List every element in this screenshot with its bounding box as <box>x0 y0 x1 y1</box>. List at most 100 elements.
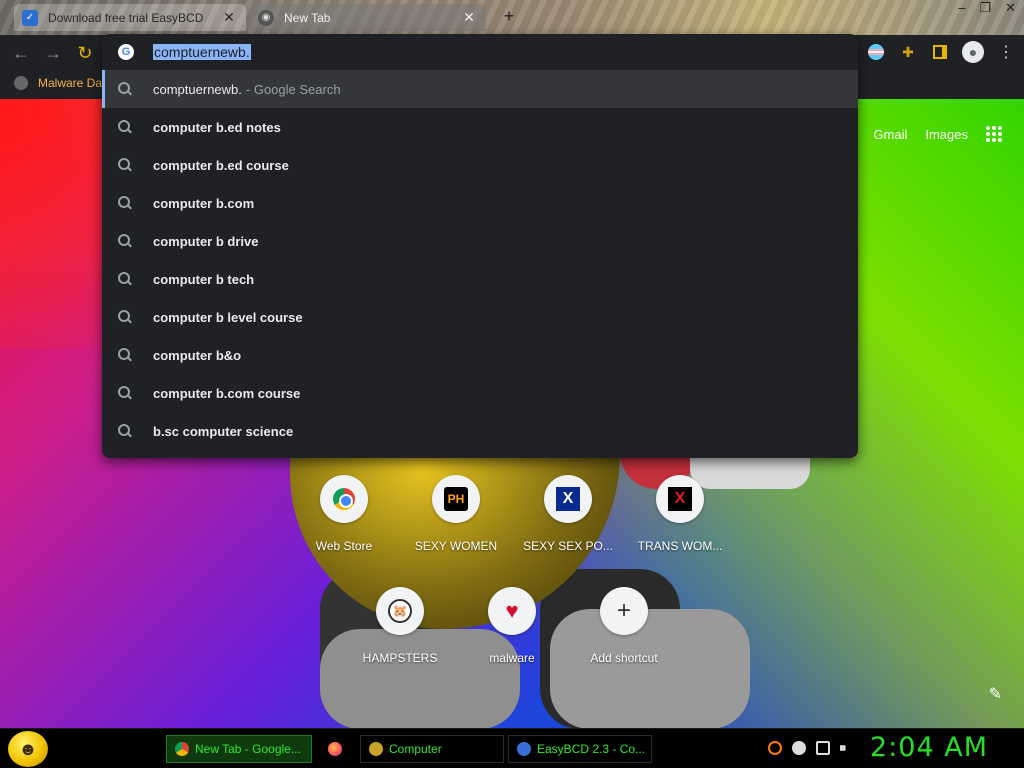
chrome-web-store-icon <box>333 488 355 510</box>
globe-icon <box>14 76 28 90</box>
search-icon <box>118 272 132 286</box>
reload-icon[interactable]: ↻ <box>74 42 96 64</box>
taskbar-item-computer[interactable]: Computer <box>360 735 504 763</box>
suggestion-item[interactable]: comptuernewb. - Google Search <box>102 70 858 108</box>
taskbar-label: New Tab - Google... <box>195 742 301 756</box>
pride-flag-extension-icon[interactable] <box>866 42 886 62</box>
gmail-link[interactable]: Gmail <box>873 127 907 142</box>
shortcut-label: Web Store <box>315 539 373 553</box>
close-window-icon[interactable]: ✕ <box>1005 0 1016 16</box>
suggestion-item[interactable]: computer b tech <box>102 260 858 298</box>
network-tray-icon[interactable] <box>816 741 830 755</box>
suggestion-item[interactable]: computer b.com course <box>102 374 858 412</box>
suggestion-item[interactable]: computer b drive <box>102 222 858 260</box>
shortcut-label: SEXY SEX PO... <box>523 539 613 553</box>
search-icon <box>118 234 132 248</box>
suggestion-item[interactable]: computer b.com <box>102 184 858 222</box>
customize-pencil-icon[interactable]: ✎ <box>989 684 1002 704</box>
taskbar-label: Computer <box>389 742 442 756</box>
x-blue-icon: X <box>556 487 580 511</box>
clock[interactable]: 2:04 AM <box>870 732 988 763</box>
window-controls: – ❐ ✕ <box>958 0 1016 16</box>
background-character-image <box>290 429 810 728</box>
address-input[interactable]: comptuernewb. <box>153 44 251 60</box>
shortcut-hampsters[interactable]: 🐹 HAMPSTERS <box>344 587 456 665</box>
taskbar-item-chrome[interactable]: New Tab - Google... <box>166 735 312 763</box>
system-tray <box>768 741 854 755</box>
kebab-menu-icon[interactable]: ⋮ <box>996 42 1016 62</box>
extensions-puzzle-icon[interactable]: ✚ <box>898 42 918 62</box>
shortcut-label: malware <box>489 651 535 665</box>
side-panel-icon[interactable] <box>930 42 950 62</box>
new-tab-plus-icon[interactable]: + <box>498 6 520 28</box>
suggestion-text: computer b&o <box>153 347 242 363</box>
firefox-icon <box>328 742 342 756</box>
shortcut-malware[interactable]: ♥ malware <box>456 587 568 665</box>
shortcut-tile: X <box>544 475 592 523</box>
minimize-icon[interactable]: – <box>958 0 965 16</box>
shortcut-sexy-women[interactable]: PH SEXY WOMEN <box>400 475 512 553</box>
chrome-icon <box>175 742 189 756</box>
shortcut-trans-wom[interactable]: X TRANS WOM... <box>624 475 736 553</box>
toolbar-actions: ✚ ● ⋮ <box>866 41 1016 63</box>
shortcut-sexy-sex-po[interactable]: X SEXY SEX PO... <box>512 475 624 553</box>
add-shortcut-button[interactable]: + Add shortcut <box>568 587 680 665</box>
minus-tray-icon[interactable] <box>792 741 806 755</box>
search-icon <box>118 120 132 134</box>
bookmark-label: Malware Da <box>38 76 103 90</box>
tab-new-tab[interactable]: ◉ New Tab ✕ <box>250 4 486 31</box>
tab-easybcd[interactable]: ✓ Download free trial EasyBCD ✕ <box>14 4 246 31</box>
taskbar: ☻ New Tab - Google... Computer EasyBCD 2… <box>0 728 1024 768</box>
close-tab-icon[interactable]: ✕ <box>220 9 238 26</box>
suggestion-item[interactable]: computer b.ed course <box>102 146 858 184</box>
close-tab-icon[interactable]: ✕ <box>460 9 478 26</box>
shortcut-tile: ♥ <box>488 587 536 635</box>
maximize-icon[interactable]: ❐ <box>979 0 991 16</box>
suggestion-item[interactable]: computer b.ed notes <box>102 108 858 146</box>
plus-icon: + <box>616 597 631 624</box>
forward-arrow-icon[interactable]: → <box>42 42 64 64</box>
shortcut-tile: X <box>656 475 704 523</box>
taskbar-item-easybcd[interactable]: EasyBCD 2.3 - Co... <box>508 735 652 763</box>
google-apps-grid-icon[interactable] <box>986 126 1002 142</box>
suggestion-item[interactable]: computer b&o <box>102 336 858 374</box>
address-bar[interactable]: G comptuernewb. <box>102 34 858 70</box>
search-icon <box>118 348 132 362</box>
ph-icon: PH <box>444 487 468 511</box>
folder-icon <box>369 742 383 756</box>
suggestion-item[interactable]: computer b level course <box>102 298 858 336</box>
suggestion-text: computer b level course <box>153 309 303 325</box>
shortcut-label: TRANS WOM... <box>637 539 723 553</box>
shortcut-web-store[interactable]: Web Store <box>288 475 400 553</box>
back-arrow-icon[interactable]: ← <box>10 42 32 64</box>
search-icon <box>118 158 132 172</box>
omnibox-dropdown: G comptuernewb. comptuernewb. - Google S… <box>102 34 858 458</box>
images-link[interactable]: Images <box>925 127 968 142</box>
taskbar-label: EasyBCD 2.3 - Co... <box>537 742 646 756</box>
taskbar-item-firefox[interactable] <box>320 735 356 763</box>
heart-icon: ♥ <box>505 598 519 623</box>
shortcut-tile: 🐹 <box>376 587 424 635</box>
smiley-start-button-icon[interactable]: ☻ <box>8 731 48 767</box>
suggestion-text: computer b.ed course <box>153 157 289 173</box>
suggestion-text: b.sc computer science <box>153 423 294 439</box>
volume-tray-icon[interactable] <box>840 741 852 755</box>
search-icon <box>118 386 132 400</box>
shortcut-label: SEXY WOMEN <box>414 539 498 553</box>
bookmark-malware[interactable]: Malware Da <box>14 76 102 90</box>
google-links: Gmail Images <box>873 126 1002 142</box>
google-g-icon: G <box>118 44 134 60</box>
easybcd-icon <box>517 742 531 756</box>
profile-avatar-icon[interactable]: ● <box>962 41 984 63</box>
suggestion-item[interactable]: b.sc computer science <box>102 412 858 450</box>
suggestion-text: computer b.ed notes <box>153 119 281 135</box>
shortcut-label: Add shortcut <box>590 651 658 665</box>
shield-favicon-icon: ✓ <box>22 9 38 26</box>
tab-strip: ✓ Download free trial EasyBCD ✕ ◉ New Ta… <box>0 0 1024 35</box>
suggestion-text: comptuernewb. <box>153 81 242 97</box>
search-tray-icon[interactable] <box>768 741 782 755</box>
suggestion-text: computer b drive <box>153 233 259 249</box>
search-icon <box>118 82 132 96</box>
shortcut-label: HAMPSTERS <box>362 651 438 665</box>
shortcut-tile: + <box>600 587 648 635</box>
